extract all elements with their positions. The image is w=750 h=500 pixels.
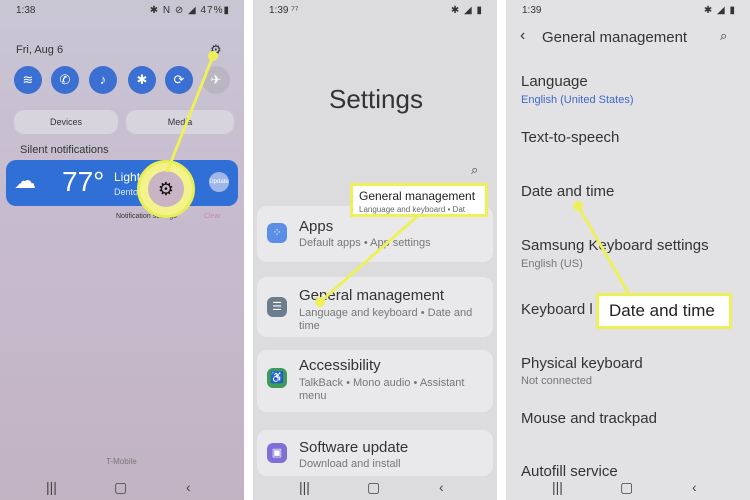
pointer-dot-general (315, 297, 325, 307)
callout-general-management-subtitle: Language and keyboard • Dat (359, 205, 465, 214)
pointer-dot-date (573, 201, 583, 211)
callout-general-management: General management Language and keyboard… (350, 183, 488, 217)
pointer-dot-gear (208, 51, 218, 61)
pointer-line-date (576, 205, 632, 297)
callout-date-and-time: Date and time (596, 293, 732, 329)
callout-general-management-title: General management (359, 189, 476, 203)
pointer-line-gear (165, 55, 215, 173)
annotation-lines (165, 51, 632, 307)
pointer-line-general (319, 212, 421, 304)
